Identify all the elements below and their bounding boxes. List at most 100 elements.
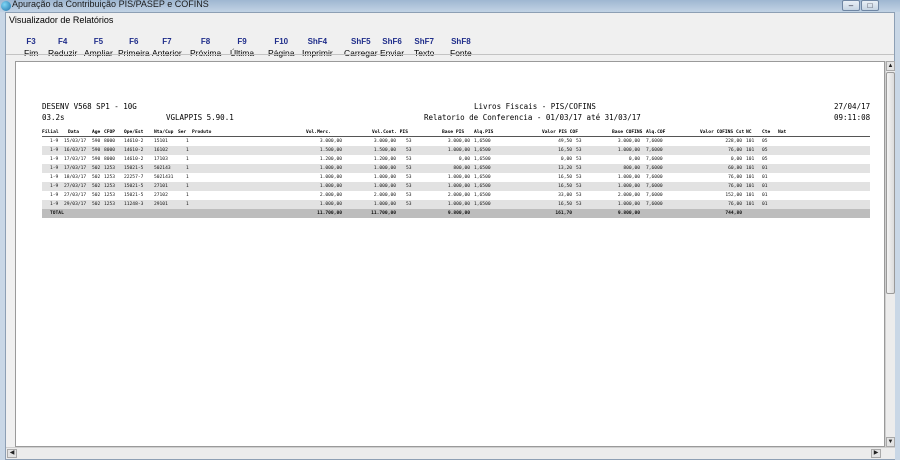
cell-vpis: 16,50	[558, 175, 572, 180]
window-title: Apuração da Contribuição PIS/PASEP e COF…	[12, 0, 209, 9]
total-bcof: 9.800,00	[617, 211, 640, 216]
maximize-button[interactable]: □	[861, 0, 879, 11]
cell-data: 27/03/17	[64, 184, 87, 189]
scroll-down-arrow-icon[interactable]: ▼	[886, 437, 895, 447]
cell-vcont: 1.000,00	[373, 184, 396, 189]
toolbar-button-label: Página	[268, 48, 295, 58]
toolbar-button-label: Carregar	[344, 48, 378, 58]
toolbar-button-ampliar[interactable]: F5 Ampliar	[84, 36, 113, 59]
cell-bpis: 2.000,00	[447, 193, 470, 198]
cell-ser: 1	[186, 202, 189, 207]
total-row: TOTAL 11.700,00 11.700,00 9.800,00 161,70 9.8…	[42, 209, 870, 218]
cell-nc: 101	[746, 193, 755, 198]
table-row: 1-9 29/03/17 502 1253 11248-3 29101 1 1.000,00 1…	[42, 200, 870, 209]
cell-age: 502	[92, 202, 101, 207]
toolbar-button-pagina[interactable]: F10 Página	[268, 36, 294, 59]
cell-ope: 15021-5	[124, 166, 144, 171]
cell-age: 502	[92, 175, 101, 180]
toolbar-button-texto[interactable]: ShF7 Texto	[414, 36, 434, 59]
cell-bcof: 0,00	[628, 157, 640, 162]
toolbar-button-enviar[interactable]: ShF6 Enviar	[380, 36, 404, 59]
column-header: Alq.PIS	[474, 130, 494, 135]
toolbar-button-primeira[interactable]: F6 Primeira	[118, 36, 150, 59]
minimize-button[interactable]: –	[842, 0, 860, 11]
cell-bcof: 3.000,00	[617, 139, 640, 144]
table-row: 1-9 17/03/17 502 1253 15021-5 502143 1 1.000,00…	[42, 164, 870, 173]
report-program: VGLAPPIS 5.90.1	[166, 113, 234, 122]
cell-bcof: 800,00	[623, 166, 640, 171]
cell-cstc: 53	[576, 166, 582, 171]
cell-nat: 05	[762, 157, 768, 162]
column-header: Cte	[762, 130, 771, 135]
cell-vmerc: 1.000,00	[319, 202, 342, 207]
cell-apis: 1,6500	[474, 166, 491, 171]
cell-vcof: 76,00	[728, 202, 742, 207]
report-version: 03.2s	[42, 113, 65, 122]
cell-ope: 14610-2	[124, 157, 144, 162]
cell-bcof: 1.000,00	[617, 202, 640, 207]
cell-nat: 05	[762, 148, 768, 153]
cell-bpis: 1.000,00	[447, 184, 470, 189]
toolbar-button-label: Anterior	[152, 48, 182, 58]
cell-vpis: 16,50	[558, 148, 572, 153]
cell-age: 502	[92, 166, 101, 171]
cell-data: 29/03/17	[64, 202, 87, 207]
toolbar-button-label: Imprimir	[302, 48, 333, 58]
cell-acof: 7,6000	[646, 148, 663, 153]
cell-nat: 01	[762, 175, 768, 180]
cell-vcof: 76,00	[728, 148, 742, 153]
cell-vcont: 1.500,00	[373, 148, 396, 153]
cell-nat: 05	[762, 139, 768, 144]
column-header: Base COFINS	[612, 130, 643, 135]
toolbar-button-fim[interactable]: F3 Fim	[24, 36, 38, 59]
cell-nc: 101	[746, 184, 755, 189]
cell-bcof: 1.000,00	[617, 184, 640, 189]
cell-cstc: 53	[576, 184, 582, 189]
cell-age: 502	[92, 184, 101, 189]
column-header: Produto	[192, 130, 212, 135]
cell-filial: 1-9	[50, 175, 59, 180]
horizontal-scrollbar[interactable]: ◀ ▶	[6, 447, 895, 459]
cell-cst: 53	[406, 175, 412, 180]
cell-acof: 7,6000	[646, 193, 663, 198]
cell-filial: 1-9	[50, 166, 59, 171]
column-header: Data	[68, 130, 80, 135]
toolbar-button-reduzir[interactable]: F4 Reduzir	[48, 36, 77, 59]
cell-apis: 1,6500	[474, 139, 491, 144]
cell-nta: 15101	[154, 139, 168, 144]
table-row: 1-9 17/03/17 590 8000 14610-2 17103 1 1.200,00 1…	[42, 155, 870, 164]
cell-bcof: 1.000,00	[617, 148, 640, 153]
cell-nat: 01	[762, 193, 768, 198]
cell-data: 16/03/17	[64, 148, 87, 153]
cell-nat: 01	[762, 184, 768, 189]
cell-vmerc: 1.200,00	[319, 157, 342, 162]
cell-cst: 53	[406, 139, 412, 144]
toolbar-button-fonte[interactable]: ShF8 Fonte	[450, 36, 472, 59]
scroll-right-arrow-icon[interactable]: ▶	[871, 449, 881, 458]
shortcut-key: F8	[200, 37, 211, 46]
cell-cfop: 1253	[104, 166, 116, 171]
toolbar-button-imprimir[interactable]: ShF4 Imprimir	[302, 36, 333, 59]
shortcut-key: F10	[274, 37, 289, 46]
toolbar-button-ultima[interactable]: F9 Última	[230, 36, 254, 59]
table-row: 1-9 18/03/17 502 1253 22257-7 5021431 1 1.000,0…	[42, 173, 870, 182]
cell-nta: 29101	[154, 202, 168, 207]
cell-cstc: 53	[576, 202, 582, 207]
shortcut-key: F9	[237, 37, 247, 46]
toolbar-button-carregar[interactable]: ShF5 Carregar	[344, 36, 378, 59]
cell-data: 15/03/17	[64, 139, 87, 144]
scroll-left-arrow-icon[interactable]: ◀	[7, 449, 17, 458]
cell-cst: 53	[406, 157, 412, 162]
cell-ope: 14610-2	[124, 148, 144, 153]
cell-vpis: 0,00	[560, 157, 572, 162]
toolbar-button-label: Reduzir	[48, 48, 78, 58]
cell-acof: 7,6000	[646, 202, 663, 207]
toolbar-button-anterior[interactable]: F7 Anterior	[152, 36, 182, 59]
toolbar-button-proxima[interactable]: F8 Próxima	[190, 36, 221, 59]
vertical-scroll-thumb[interactable]	[886, 72, 895, 294]
cell-vpis: 49,50	[558, 139, 572, 144]
vertical-scrollbar[interactable]: ▲ ▼	[885, 61, 895, 447]
cell-cfop: 8000	[104, 139, 116, 144]
cell-ser: 1	[186, 193, 189, 198]
scroll-up-arrow-icon[interactable]: ▲	[886, 61, 895, 71]
